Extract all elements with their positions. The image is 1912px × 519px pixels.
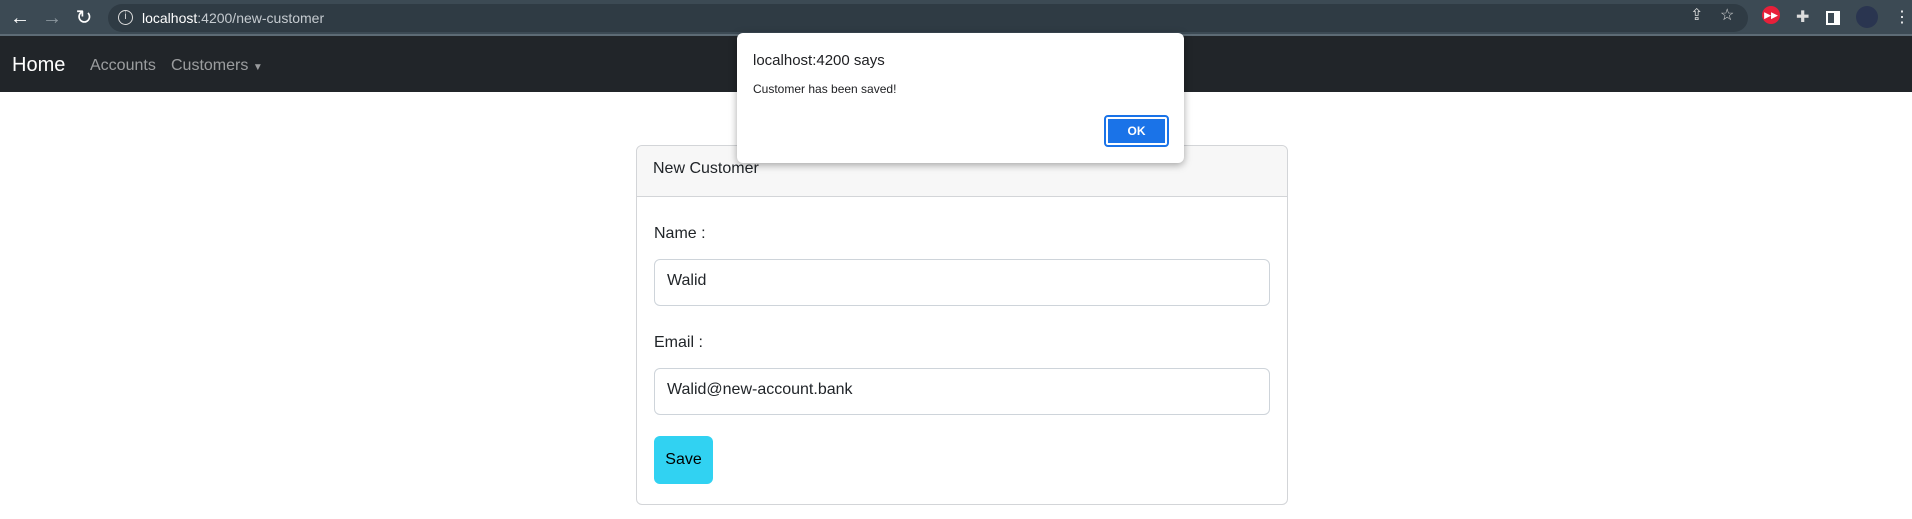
name-input[interactable]: Walid [654,259,1270,306]
forward-icon[interactable]: → [40,6,64,30]
nav-home[interactable]: Home [12,54,65,77]
browser-toolbar: ← → ↻ i localhost:4200/new-customer ⇪ ☆ … [0,0,1912,36]
ok-button[interactable]: OK [1104,115,1169,147]
save-button[interactable]: Save [654,436,713,484]
share-icon[interactable]: ⇪ [1690,4,1703,28]
dialog-title: localhost:4200 says [753,52,885,69]
avatar[interactable] [1856,6,1878,28]
email-input[interactable]: Walid@new-account.bank [654,368,1270,415]
address-bar[interactable]: i localhost:4200/new-customer ⇪ ☆ [108,4,1748,32]
url-text: localhost:4200/new-customer [142,10,325,26]
nav-accounts[interactable]: Accounts [90,57,156,75]
puzzle-icon[interactable]: ✚ [1796,6,1809,30]
name-label: Name : [654,225,706,242]
nav-customers[interactable]: Customers ▼ [171,57,263,75]
alert-dialog: localhost:4200 says Customer has been sa… [737,33,1184,163]
reload-icon[interactable]: ↻ [72,6,96,30]
menu-icon[interactable]: ⋮ [1894,6,1910,30]
extension-icon[interactable]: ▶▶ [1762,6,1780,24]
email-label: Email : [654,334,703,351]
side-panel-icon[interactable] [1826,11,1840,25]
new-customer-card: New Customer Name : Walid Email : Walid@… [636,145,1288,505]
back-icon[interactable]: ← [8,6,32,30]
info-icon[interactable]: i [118,10,133,25]
dialog-message: Customer has been saved! [753,82,897,96]
star-icon[interactable]: ☆ [1720,4,1734,28]
caret-down-icon: ▼ [252,62,263,73]
